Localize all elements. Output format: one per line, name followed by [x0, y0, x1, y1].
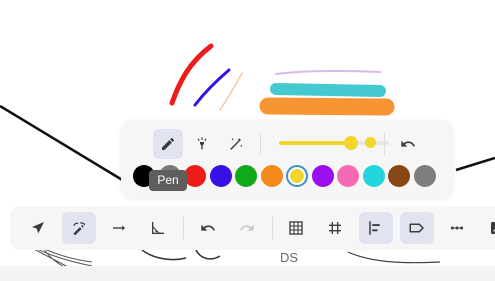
orange-stroke [259, 97, 395, 116]
select-tool-button[interactable] [21, 212, 55, 244]
pen-mode-button[interactable] [153, 129, 183, 159]
undo-button[interactable] [191, 212, 225, 244]
measure-tool-button[interactable] [141, 212, 175, 244]
peach-stroke [219, 72, 243, 111]
angle-measure-icon [152, 222, 164, 234]
panel-divider [384, 133, 385, 155]
label-tag-icon [409, 223, 424, 233]
color-swatch-pink[interactable] [337, 165, 359, 187]
select-arrow-icon [32, 222, 44, 234]
size-slider-fill [279, 141, 351, 145]
align-left-button[interactable] [359, 212, 393, 244]
color-swatch-blue-violet[interactable] [209, 165, 232, 187]
arrow-right-icon [113, 225, 125, 231]
arrow-tool-button[interactable] [102, 212, 136, 244]
redo-icon [240, 224, 254, 231]
label-tool-button[interactable] [400, 212, 434, 244]
pen-draw-icon [72, 221, 85, 235]
align-left-icon [369, 221, 380, 235]
grid-tool-button[interactable] [318, 212, 352, 244]
magic-wand-icon [230, 138, 243, 150]
undo-icon [201, 224, 215, 231]
footer-label: DS [279, 250, 299, 265]
main-toolbar [10, 206, 495, 250]
color-swatch-cyan[interactable] [362, 165, 385, 187]
highlighter-icon [197, 137, 207, 150]
draw-tool-button[interactable] [62, 212, 96, 244]
canvas-line-right [455, 156, 495, 172]
image-icon [491, 222, 495, 234]
blue-stroke [193, 68, 231, 107]
panel-undo-button[interactable] [393, 129, 423, 159]
undo-icon [401, 140, 415, 147]
color-swatch-purple[interactable] [311, 165, 334, 187]
panel-divider [260, 133, 261, 155]
color-swatch-gray[interactable] [413, 165, 436, 187]
table-tool-button[interactable] [279, 212, 313, 244]
lavender-stroke [275, 69, 381, 75]
canvas-line-left [0, 104, 125, 183]
toolbar-divider [183, 217, 184, 239]
pen-icon [162, 137, 174, 150]
color-swatch-orange[interactable] [260, 165, 283, 187]
color-swatch-green[interactable] [235, 165, 257, 187]
highlighter-mode-button[interactable] [187, 129, 217, 159]
footer-bar [0, 266, 495, 281]
color-swatch-brown[interactable] [388, 165, 410, 187]
more-dots-icon [450, 226, 464, 230]
size-slider-thumb[interactable] [343, 136, 358, 150]
table-grid-icon [289, 221, 303, 235]
grid-hash-icon [329, 222, 341, 234]
redo-button[interactable] [230, 212, 264, 244]
scribble-right [347, 251, 441, 264]
stroke-size-preview [365, 137, 376, 148]
more-options-button[interactable] [440, 212, 474, 244]
magic-mode-button[interactable] [221, 129, 251, 159]
toolbar-divider [272, 217, 273, 239]
image-tool-button[interactable] [480, 212, 495, 244]
color-swatch-yellow[interactable] [286, 165, 308, 187]
cyan-stroke [270, 83, 386, 97]
color-swatch-red[interactable] [184, 165, 206, 187]
pen-tooltip: Pen [149, 170, 187, 191]
